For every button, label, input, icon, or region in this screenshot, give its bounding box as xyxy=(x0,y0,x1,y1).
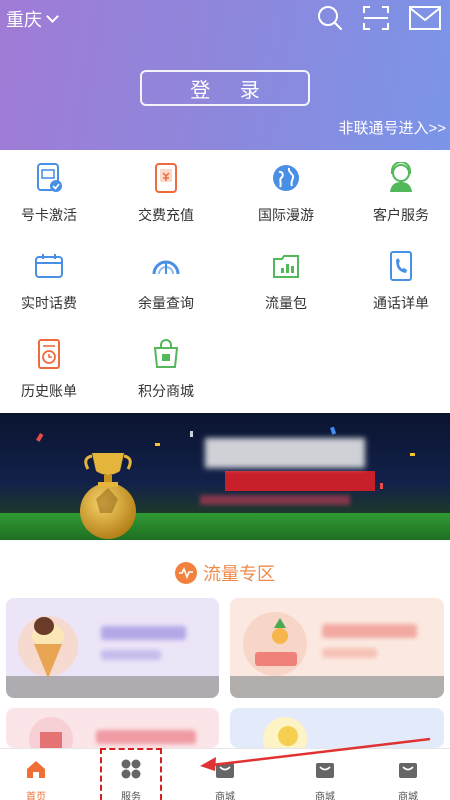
nav-label: 首页 xyxy=(26,792,46,800)
service-data-pack[interactable]: 流量包 xyxy=(230,250,342,313)
nav-label: 商城 xyxy=(215,792,235,800)
data-card-2[interactable] xyxy=(230,598,444,698)
service-label: 余量查询 xyxy=(138,295,194,311)
non-unicom-entry-link[interactable]: 非联通号进入>> xyxy=(338,117,446,138)
service-roaming[interactable]: 国际漫游 xyxy=(230,162,342,225)
customer-service-icon xyxy=(390,161,412,192)
card-footer xyxy=(6,676,219,698)
service-balance-query[interactable]: 余量查询 xyxy=(110,250,222,313)
service-label: 历史账单 xyxy=(21,383,77,399)
data-pack-icon xyxy=(273,255,299,278)
service-label: 号卡激活 xyxy=(21,207,77,223)
history-bill-icon xyxy=(38,339,60,369)
service-call-detail[interactable]: 通话详单 xyxy=(345,250,450,313)
nav-item-home[interactable]: 首页 xyxy=(0,749,81,800)
service-recharge[interactable]: 交费充值 xyxy=(110,162,222,225)
service-history-bill[interactable]: 历史账单 xyxy=(0,338,105,401)
nav-label: 商城 xyxy=(315,792,335,800)
globe-icon xyxy=(273,165,299,191)
service-label: 流量包 xyxy=(265,295,307,311)
realtime-bill-icon xyxy=(35,254,63,278)
mail-icon[interactable] xyxy=(408,4,442,32)
promo-banner[interactable] xyxy=(0,413,450,540)
scan-icon[interactable] xyxy=(360,4,392,32)
blurred-subtitle xyxy=(101,650,161,660)
blurred-title xyxy=(101,626,186,640)
service-customer[interactable]: 客户服务 xyxy=(345,161,450,225)
ice-cream-icon xyxy=(18,616,78,678)
gauge-icon xyxy=(152,260,180,275)
city-label: 重庆 xyxy=(6,10,42,30)
search-icon[interactable] xyxy=(314,4,346,32)
highlight-box xyxy=(100,748,162,800)
service-label: 国际漫游 xyxy=(258,207,314,223)
arrow-annotation xyxy=(200,737,431,771)
points-mall-icon xyxy=(153,339,179,368)
service-points-mall[interactable]: 积分商城 xyxy=(110,338,222,401)
chevron-down-icon xyxy=(46,10,59,23)
service-label: 实时话费 xyxy=(21,295,77,311)
service-sim-activate[interactable]: 号卡激活 xyxy=(0,162,105,225)
service-grid: 号卡激活 交费充值 国际漫游 客户服务 实时话费 余量查询 流量包 通话详单 历… xyxy=(0,150,450,412)
login-button[interactable]: 登 录 xyxy=(140,70,310,106)
call-detail-icon xyxy=(390,251,412,281)
home-icon xyxy=(27,761,45,778)
sim-activate-icon xyxy=(37,163,62,192)
trophy-football-banner xyxy=(0,426,450,540)
promo-icon xyxy=(29,717,73,748)
recharge-icon xyxy=(155,163,177,193)
header: 重庆 登 录 非联通号进入>> xyxy=(0,0,450,150)
data-card-3[interactable] xyxy=(6,708,219,748)
blurred-title xyxy=(96,730,196,744)
service-realtime-bill[interactable]: 实时话费 xyxy=(0,250,105,313)
section-title: 流量专区 xyxy=(203,564,275,584)
blurred-title xyxy=(322,624,417,638)
service-label: 交费充值 xyxy=(138,207,194,223)
waveform-icon xyxy=(175,562,197,584)
pineapple-icon xyxy=(243,612,307,676)
nav-label: 商城 xyxy=(398,792,418,800)
card-footer xyxy=(230,676,444,698)
data-card-1[interactable] xyxy=(6,598,219,698)
blurred-subtitle xyxy=(322,648,377,658)
data-zone-header: 流量专区 xyxy=(0,560,450,586)
service-label: 积分商城 xyxy=(138,383,194,399)
service-label: 通话详单 xyxy=(373,295,429,311)
service-label: 客户服务 xyxy=(373,207,429,223)
city-selector[interactable]: 重庆 xyxy=(6,6,59,32)
